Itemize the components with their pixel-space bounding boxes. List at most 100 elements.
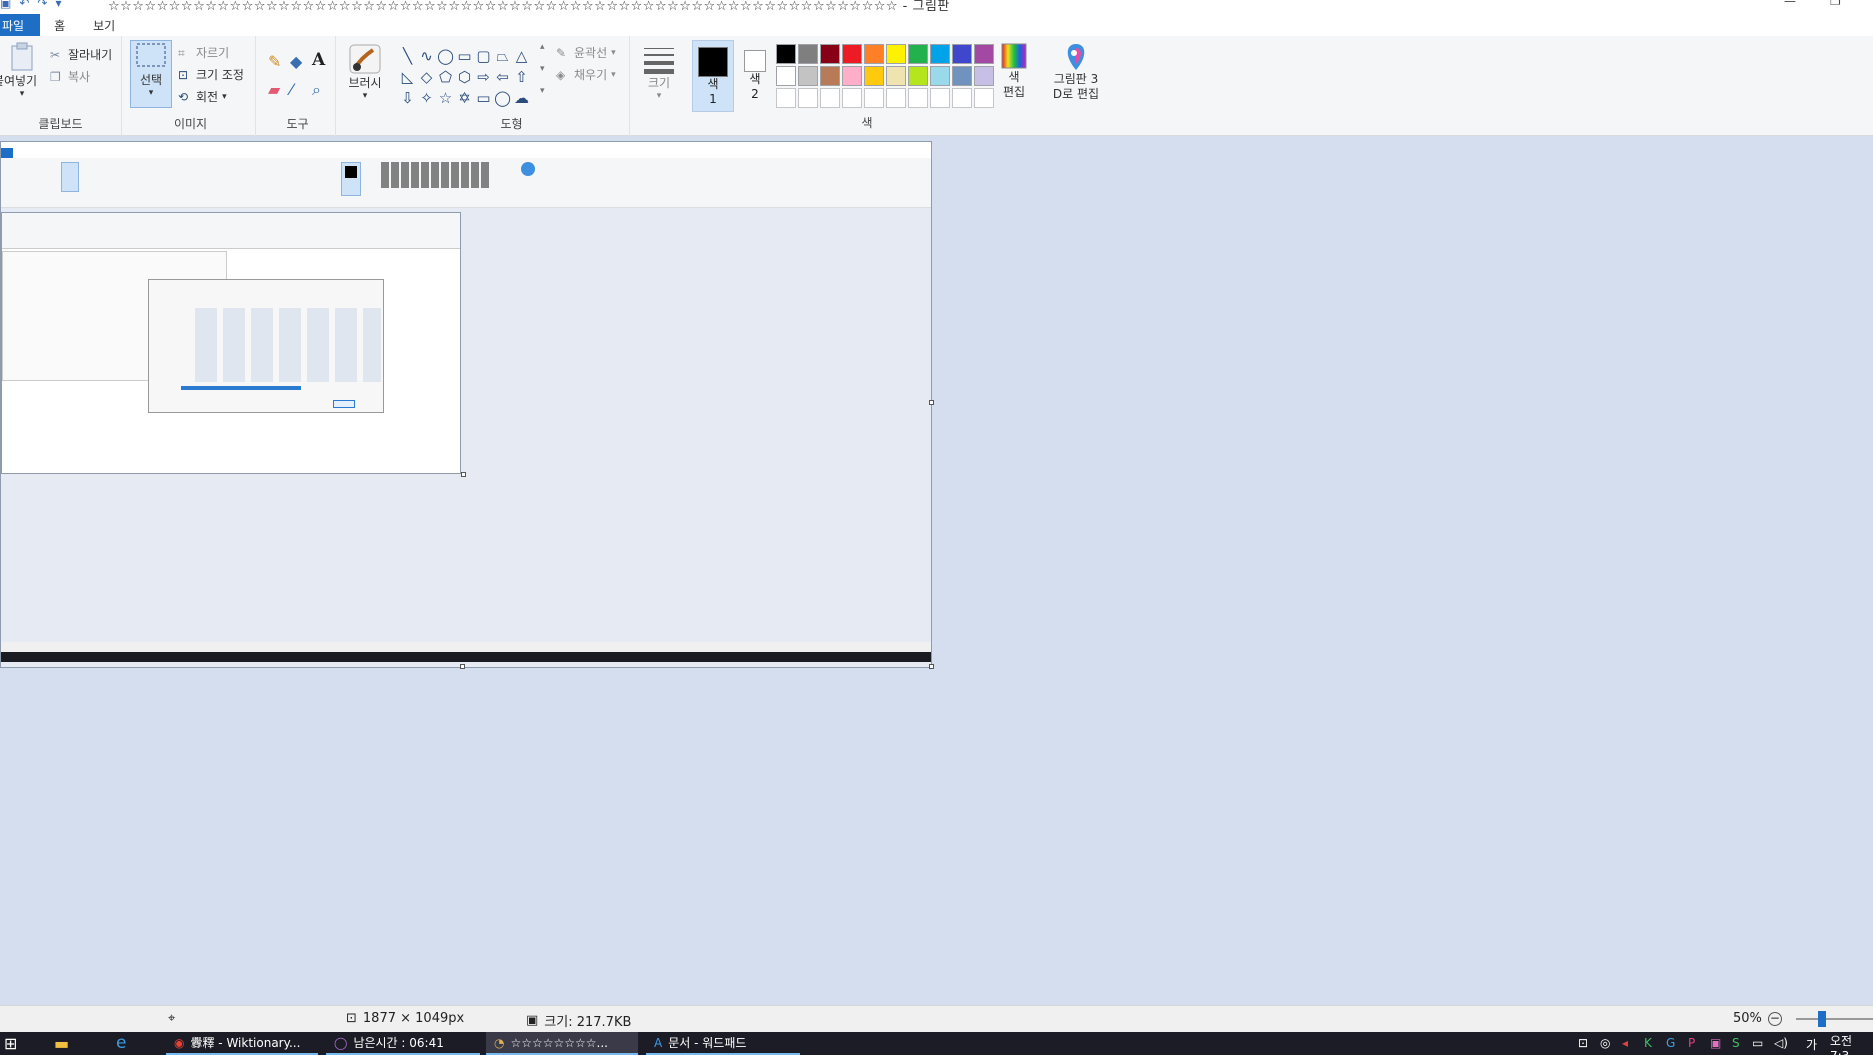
tab-home[interactable]: 홈 xyxy=(40,14,79,36)
shapes-scroll-down-icon[interactable]: ▾ xyxy=(540,64,545,74)
palette-swatch[interactable] xyxy=(864,66,884,86)
tab-file[interactable]: 파일 xyxy=(0,14,41,36)
tray-app-icon[interactable]: ◎ xyxy=(1600,1036,1610,1050)
palette-swatch[interactable] xyxy=(930,44,950,64)
edit-with-paint3d-button[interactable]: 그림판 3 D로 편집 xyxy=(1048,42,1104,102)
volume-icon[interactable]: ◁) xyxy=(1774,1036,1788,1050)
palette-swatch[interactable] xyxy=(908,44,928,64)
canvas-resize-handle-corner[interactable] xyxy=(929,664,934,669)
edit-colors-button[interactable]: 색 편집 xyxy=(994,42,1034,100)
tray-network-icon[interactable]: ⊡ xyxy=(1578,1036,1588,1050)
palette-swatch[interactable] xyxy=(974,66,994,86)
palette-swatch[interactable] xyxy=(974,44,994,64)
outline-button[interactable]: ✎ 윤곽선 ▾ xyxy=(556,44,616,61)
eraser-icon[interactable]: ▰ xyxy=(268,80,280,99)
right-triangle-shape-icon[interactable]: ◺ xyxy=(398,67,417,88)
palette-swatch[interactable] xyxy=(798,88,818,108)
magnifier-icon[interactable]: ⌕ xyxy=(312,80,321,100)
palette-swatch[interactable] xyxy=(952,44,972,64)
start-icon[interactable]: ⊞ xyxy=(4,1034,17,1053)
taskbar-item-wordpad[interactable]: A 문서 - 워드패드 xyxy=(646,1032,800,1055)
palette-swatch[interactable] xyxy=(776,66,796,86)
rectangle-callout-shape-icon[interactable]: ▭ xyxy=(474,88,493,109)
six-point-star-shape-icon[interactable]: ✡ xyxy=(455,88,474,109)
restore-icon[interactable]: ❐ xyxy=(1830,0,1841,8)
canvas-resize-handle-bottom[interactable] xyxy=(460,664,465,669)
cloud-callout-shape-icon[interactable]: ☁ xyxy=(512,88,531,109)
palette-swatch[interactable] xyxy=(776,88,796,108)
tray-n-icon[interactable]: ▣ xyxy=(1710,1036,1721,1050)
shapes-scroll-up-icon[interactable]: ▴ xyxy=(540,42,545,52)
pencil-icon[interactable]: ✎ xyxy=(268,52,281,71)
redo-icon[interactable]: ↷ xyxy=(37,0,47,10)
zoom-out-icon[interactable]: − xyxy=(1767,1011,1782,1026)
hexagon-shape-icon[interactable]: ⬡ xyxy=(455,67,474,88)
right-arrow-shape-icon[interactable]: ⇨ xyxy=(474,67,493,88)
palette-swatch[interactable] xyxy=(798,66,818,86)
undo-icon[interactable]: ↶ xyxy=(19,0,29,10)
palette-swatch[interactable] xyxy=(864,88,884,108)
palette-swatch[interactable] xyxy=(842,88,862,108)
rounded-rectangle-shape-icon[interactable]: ▢ xyxy=(474,46,493,67)
paste-button[interactable]: 붙여넣기 ▾ xyxy=(0,42,44,99)
shapes-expand-icon[interactable]: ▾ xyxy=(540,86,545,96)
tray-p-icon[interactable]: P xyxy=(1688,1036,1695,1050)
size-button[interactable]: 크기 ▾ xyxy=(638,44,680,101)
paste-dropdown-icon[interactable]: ▾ xyxy=(20,89,25,99)
rectangle-shape-icon[interactable]: ▭ xyxy=(455,46,474,67)
palette-swatch[interactable] xyxy=(930,66,950,86)
palette-swatch[interactable] xyxy=(974,88,994,108)
palette-swatch[interactable] xyxy=(908,88,928,108)
fill-bucket-icon[interactable]: ◆ xyxy=(290,52,302,71)
pentagon-shape-icon[interactable]: ⬠ xyxy=(436,67,455,88)
brushes-dropdown-icon[interactable]: ▾ xyxy=(363,91,368,101)
palette-swatch[interactable] xyxy=(820,66,840,86)
four-point-star-shape-icon[interactable]: ✧ xyxy=(417,88,436,109)
palette-swatch[interactable] xyxy=(842,66,862,86)
customize-quick-access-icon[interactable]: ▾ xyxy=(55,0,61,10)
palette-swatch[interactable] xyxy=(886,44,906,64)
five-point-star-shape-icon[interactable]: ☆ xyxy=(436,88,455,109)
clock[interactable]: 오전 7:3 xyxy=(1830,1032,1873,1055)
select-dropdown-icon[interactable]: ▾ xyxy=(149,88,154,98)
file-explorer-icon[interactable]: ▬ xyxy=(54,1034,69,1053)
ime-indicator[interactable]: 가 xyxy=(1806,1036,1817,1053)
down-arrow-shape-icon[interactable]: ⇩ xyxy=(398,88,417,109)
curve-shape-icon[interactable]: ∿ xyxy=(417,46,436,67)
zoom-slider-thumb[interactable] xyxy=(1817,1010,1826,1027)
palette-swatch[interactable] xyxy=(820,44,840,64)
palette-swatch[interactable] xyxy=(952,88,972,108)
resize-button[interactable]: ⊡ 크기 조정 xyxy=(178,66,244,83)
palette-swatch[interactable] xyxy=(886,66,906,86)
triangle-shape-icon[interactable]: △ xyxy=(512,46,531,67)
rotate-button[interactable]: ⟲ 회전 ▾ xyxy=(178,88,227,105)
taskbar-item-paint[interactable]: ◔ ☆☆☆☆☆☆☆☆... xyxy=(486,1032,638,1055)
select-button[interactable]: 선택 ▾ xyxy=(130,40,172,108)
left-arrow-shape-icon[interactable]: ⇦ xyxy=(493,67,512,88)
rotate-dropdown-icon[interactable]: ▾ xyxy=(222,92,227,102)
diamond-shape-icon[interactable]: ◇ xyxy=(417,67,436,88)
copy-button[interactable]: ❐ 복사 xyxy=(50,68,90,85)
palette-swatch[interactable] xyxy=(908,66,928,86)
tray-g-icon[interactable]: G xyxy=(1666,1036,1675,1050)
text-icon[interactable]: A xyxy=(312,50,325,70)
palette-swatch[interactable] xyxy=(842,44,862,64)
taskbar-item-timer[interactable]: ◯ 남은시간 : 06:41 xyxy=(326,1032,480,1055)
line-shape-icon[interactable]: ╲ xyxy=(398,46,417,67)
tab-view[interactable]: 보기 xyxy=(79,14,129,36)
oval-callout-shape-icon[interactable]: ◯ xyxy=(493,88,512,109)
palette-swatch[interactable] xyxy=(776,44,796,64)
color-picker-icon[interactable]: ⁄ xyxy=(290,80,293,99)
zoom-slider[interactable] xyxy=(1795,1010,1873,1027)
cut-button[interactable]: ✂ 잘라내기 xyxy=(50,46,112,63)
tray-security-icon[interactable]: ◂ xyxy=(1622,1036,1628,1050)
fill-button[interactable]: ◈ 채우기 ▾ xyxy=(556,66,616,83)
tray-sync-icon[interactable]: ▭ xyxy=(1752,1036,1763,1050)
up-arrow-shape-icon[interactable]: ⇧ xyxy=(512,67,531,88)
palette-swatch[interactable] xyxy=(864,44,884,64)
canvas-resize-handle-right[interactable] xyxy=(929,400,934,405)
brushes-button[interactable]: 브러시 ▾ xyxy=(342,44,388,101)
crop-button[interactable]: ⌗ 자르기 xyxy=(178,44,229,61)
drawing-canvas[interactable] xyxy=(0,141,932,668)
minimize-icon[interactable]: — xyxy=(1784,0,1796,8)
